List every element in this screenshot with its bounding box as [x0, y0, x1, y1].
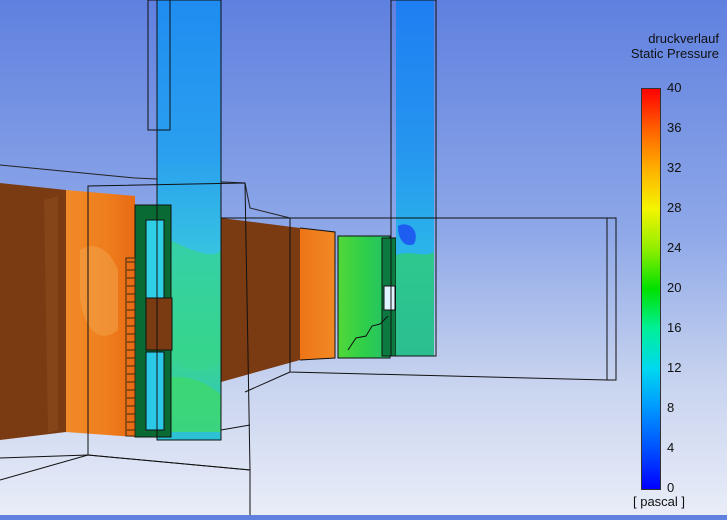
pressure-colorbar — [641, 88, 661, 490]
legend-unit: [ pascal ] — [633, 494, 686, 509]
left-window-divider — [145, 297, 173, 351]
tick-label-28: 28 — [667, 200, 682, 215]
right-window-glass — [383, 285, 396, 311]
middle-wall — [221, 218, 300, 382]
pressure-contour-scene — [0, 0, 617, 515]
right-shaft-green — [396, 252, 434, 356]
tick-label-20: 20 — [667, 280, 682, 295]
tick-label-16: 16 — [667, 320, 682, 335]
tick-label-40: 40 — [667, 80, 682, 95]
legend-variable-name: Static Pressure — [630, 46, 719, 61]
tick-label-8: 8 — [667, 400, 675, 415]
middle-orange-panel — [300, 228, 335, 360]
left-window-glass-top — [145, 219, 165, 299]
left-shaft-green-zone — [170, 240, 221, 371]
tick-label-32: 32 — [667, 160, 682, 175]
tick-label-24: 24 — [667, 240, 682, 255]
legend-title: druckverlauf — [648, 31, 719, 46]
tick-label-36: 36 — [667, 120, 682, 135]
left-window-glass-bottom — [145, 351, 165, 431]
tick-label-0: 0 — [667, 480, 675, 495]
cfd-viewport[interactable] — [0, 0, 727, 515]
tick-label-12: 12 — [667, 360, 682, 375]
tick-label-4: 4 — [667, 440, 675, 455]
